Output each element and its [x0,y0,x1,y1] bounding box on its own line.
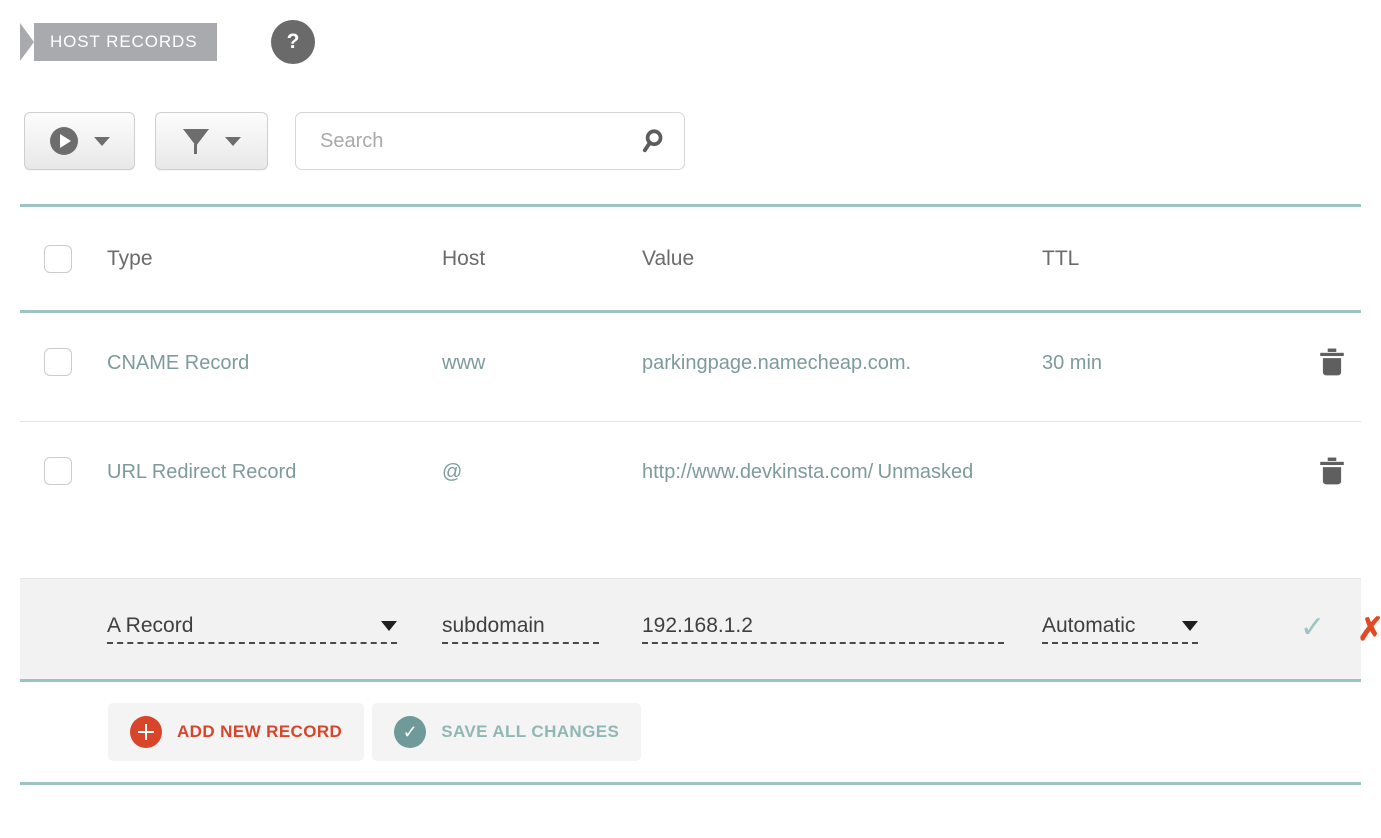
page-title: HOST RECORDS [50,32,197,52]
row-actions-cell [1272,457,1361,487]
save-all-changes-button[interactable]: ✓ SAVE ALL CHANGES [372,703,641,761]
table-bottom-rule [20,782,1361,785]
plus-circle-icon [130,716,162,748]
edit-ttl-cell: Automatic [1042,614,1272,644]
column-header-host: Host [442,247,485,270]
table-row: URL Redirect Record @ http://www.devkins… [20,422,1361,578]
page-header: HOST RECORDS ? [20,20,315,64]
filter-dropdown-button[interactable] [155,112,268,170]
column-header-value: Value [642,247,694,270]
check-icon[interactable]: ✓ [1300,613,1325,645]
cell-type: CNAME Record [107,352,249,374]
row-actions-cell [1272,348,1361,378]
play-circle-icon [50,127,78,155]
cell-host: www [442,352,485,374]
table-footer: ADD NEW RECORD ✓ SAVE ALL CHANGES [20,682,1361,782]
ttl-select[interactable]: Automatic [1042,614,1198,644]
cell-value: http://www.devkinsta.com/ [642,461,873,483]
row-select-cell [20,348,107,376]
value-input[interactable]: 192.168.1.2 [642,614,1004,644]
row-checkbox[interactable] [44,348,72,376]
host-input-value: subdomain [442,614,545,638]
search-input[interactable] [318,129,640,154]
edit-type-cell: A Record [107,614,442,644]
record-type-select[interactable]: A Record [107,614,397,644]
search-box[interactable] [295,112,685,170]
check-circle-icon: ✓ [394,716,426,748]
edit-value-cell: 192.168.1.2 [642,614,1042,644]
help-icon[interactable]: ? [271,20,315,64]
ttl-value: Automatic [1042,614,1135,638]
host-records-table: Type Host Value TTL CNAME Record www par… [20,204,1361,785]
select-all-checkbox[interactable] [44,245,72,273]
search-icon[interactable] [640,128,666,154]
column-header-ttl: TTL [1042,247,1079,270]
value-input-value: 192.168.1.2 [642,614,753,638]
cell-host: @ [442,461,462,483]
chevron-down-icon [225,137,241,146]
cell-value-sub: Unmasked [878,461,974,483]
funnel-icon [183,127,209,155]
trash-icon[interactable] [1319,457,1345,487]
column-header-type: Type [107,247,153,270]
chevron-down-icon [94,137,110,146]
cell-ttl: 30 min [1042,352,1102,374]
row-select-cell [20,457,107,485]
edit-host-cell: subdomain [442,614,642,644]
chevron-down-icon [381,621,397,631]
chevron-down-icon [1182,621,1198,631]
add-new-record-label: ADD NEW RECORD [177,722,342,742]
edit-actions-cell: ✓ ✗ [1272,613,1381,645]
select-all-cell [20,245,107,273]
help-label: ? [287,30,300,54]
toolbar [24,112,685,170]
host-records-page: HOST RECORDS ? T [0,0,1381,838]
row-checkbox[interactable] [44,457,72,485]
bulk-action-dropdown-button[interactable] [24,112,135,170]
table-header-row: Type Host Value TTL [20,207,1361,310]
record-type-value: A Record [107,614,193,638]
save-all-changes-label: SAVE ALL CHANGES [441,722,619,742]
cell-type: URL Redirect Record [107,461,296,483]
cell-value: parkingpage.namecheap.com. [642,352,911,374]
page-title-ribbon: HOST RECORDS [20,23,217,61]
record-edit-row: A Record subdomain 192.168.1.2 Automatic [20,579,1361,679]
trash-icon[interactable] [1319,348,1345,378]
add-new-record-button[interactable]: ADD NEW RECORD [108,703,364,761]
close-x-icon[interactable]: ✗ [1357,613,1381,645]
host-input[interactable]: subdomain [442,614,599,644]
table-row: CNAME Record www parkingpage.namecheap.c… [20,313,1361,421]
